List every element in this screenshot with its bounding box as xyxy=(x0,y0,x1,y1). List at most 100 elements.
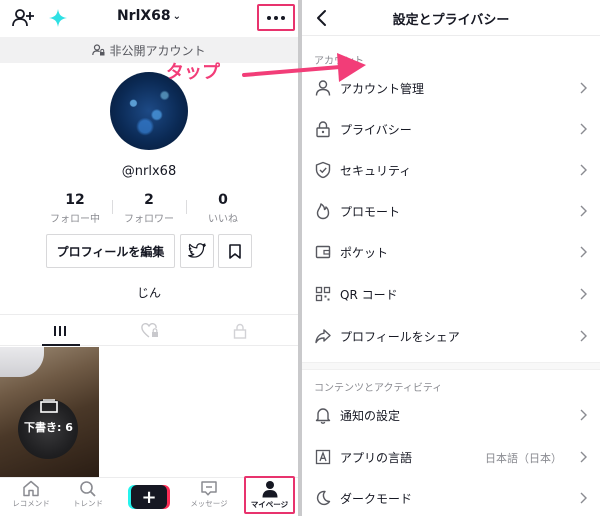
username-switcher[interactable]: NrlX68 ⌄ xyxy=(0,8,298,24)
bookmark-button[interactable] xyxy=(218,234,252,268)
settings-item-label: プライバシー xyxy=(340,123,412,137)
chevron-right-icon xyxy=(580,409,587,421)
profile-icon xyxy=(262,481,277,498)
stat-divider xyxy=(186,200,187,214)
lock-icon xyxy=(316,121,330,138)
stat-label: フォロワー xyxy=(124,214,174,225)
more-options-button[interactable] xyxy=(257,4,295,31)
settings-item-label: 通知の設定 xyxy=(340,409,401,423)
stat-value: 12 xyxy=(65,192,85,208)
active-tab-indicator xyxy=(42,344,80,346)
stat-value: 2 xyxy=(144,192,154,208)
settings-item-account[interactable]: アカウント管理 xyxy=(302,68,600,108)
shield-icon xyxy=(315,161,331,179)
section-divider xyxy=(302,362,600,370)
share-icon xyxy=(315,329,331,344)
message-icon xyxy=(201,481,217,496)
profile-tabs xyxy=(0,314,298,346)
plus-icon: + xyxy=(141,486,157,508)
chevron-right-icon xyxy=(580,205,587,217)
more-dot-icon xyxy=(267,15,271,20)
stat-following[interactable]: 12 フォロー中 xyxy=(40,192,110,225)
profile-handle: @nrlx68 xyxy=(121,164,177,179)
settings-header: 設定とプライバシー xyxy=(302,0,600,36)
create-button[interactable]: + xyxy=(131,485,167,509)
settings-screen: 設定とプライバシー アカウント アカウント管理 プライバシー セキュリティ プロ… xyxy=(302,0,600,516)
lock-icon xyxy=(233,323,246,339)
stat-value: 0 xyxy=(218,192,228,208)
person-lock-icon xyxy=(92,44,105,56)
edit-profile-button[interactable]: プロフィールを編集 xyxy=(46,234,175,268)
drafts-count: 下書き: 6 xyxy=(24,421,73,434)
stat-likes[interactable]: 0 いいね xyxy=(188,192,258,225)
chevron-right-icon xyxy=(580,246,587,258)
tab-private[interactable] xyxy=(190,315,289,346)
chevron-right-icon xyxy=(580,82,587,94)
search-icon xyxy=(80,481,96,497)
grid-icon xyxy=(53,325,66,336)
settings-item-share-profile[interactable]: プロフィールをシェア xyxy=(302,316,600,356)
settings-item-label: ポケット xyxy=(340,246,389,260)
settings-item-dark-mode[interactable]: ダークモード xyxy=(302,478,600,516)
thumbnail-background xyxy=(0,347,44,377)
drafts-icon xyxy=(40,399,58,413)
moon-icon xyxy=(316,490,331,506)
profile-stats: 12 フォロー中 2 フォロワー 0 いいね xyxy=(0,192,298,226)
chevron-down-icon: ⌄ xyxy=(172,11,182,22)
flame-icon xyxy=(316,203,330,220)
more-dot-icon xyxy=(281,15,285,20)
page-title: 設定とプライバシー xyxy=(392,13,510,28)
stat-divider xyxy=(112,200,113,214)
username: NrlX68 xyxy=(116,8,171,24)
settings-item-notifications[interactable]: 通知の設定 xyxy=(302,395,600,435)
settings-item-language[interactable]: アプリの言語 日本語（日本） xyxy=(302,437,600,477)
settings-item-promote[interactable]: プロモート xyxy=(302,191,600,231)
settings-item-qr-code[interactable]: QR コード xyxy=(302,274,600,314)
private-account-label: 非公開アカウント xyxy=(109,43,206,58)
settings-item-label: ダークモード xyxy=(340,492,413,506)
nav-home-label: レコメンド xyxy=(12,499,50,508)
bookmark-icon xyxy=(229,243,241,259)
twitter-icon xyxy=(188,243,206,258)
more-dot-icon xyxy=(274,15,278,20)
stat-label: フォロー中 xyxy=(50,214,100,225)
chevron-right-icon xyxy=(580,164,587,176)
settings-item-label: セキュリティ xyxy=(340,164,412,178)
chevron-right-icon xyxy=(580,451,587,463)
settings-item-label: プロフィールをシェア xyxy=(340,330,460,344)
profile-top-bar: NrlX68 ⌄ xyxy=(0,0,298,36)
chevron-right-icon xyxy=(580,123,587,135)
home-icon xyxy=(23,480,39,497)
nav-discover[interactable]: トレンド xyxy=(59,480,117,516)
tab-liked[interactable] xyxy=(100,315,199,346)
private-account-notice: 非公開アカウント xyxy=(0,37,298,63)
tab-videos[interactable] xyxy=(10,315,109,346)
settings-item-label: プロモート xyxy=(340,205,401,219)
nav-me-label: マイページ xyxy=(250,500,289,509)
bell-icon xyxy=(315,408,331,424)
heart-lock-icon xyxy=(140,323,158,338)
section-label-account: アカウント xyxy=(314,56,364,67)
stat-label: いいね xyxy=(208,214,238,225)
person-icon xyxy=(315,80,331,96)
qr-code-icon xyxy=(315,286,331,302)
settings-item-label: アカウント管理 xyxy=(340,82,425,96)
nav-inbox[interactable]: メッセージ xyxy=(180,480,238,516)
nav-inbox-label: メッセージ xyxy=(190,499,228,508)
settings-item-label: QR コード xyxy=(340,288,398,302)
wallet-icon xyxy=(315,245,331,259)
draft-thumbnail[interactable]: 下書き: 6 xyxy=(0,347,99,477)
nav-discover-label: トレンド xyxy=(73,499,103,508)
twitter-button[interactable] xyxy=(180,234,214,268)
settings-item-label: アプリの言語 xyxy=(340,451,413,465)
chevron-right-icon xyxy=(580,330,587,342)
nav-me[interactable]: マイページ xyxy=(244,476,295,514)
settings-item-privacy[interactable]: プライバシー xyxy=(302,109,600,149)
section-label-content: コンテンツとアクティビティ xyxy=(314,383,443,394)
stat-followers[interactable]: 2 フォロワー xyxy=(114,192,184,225)
profile-bio: じん xyxy=(136,286,161,300)
nav-home[interactable]: レコメンド xyxy=(2,480,60,516)
settings-item-wallet[interactable]: ポケット xyxy=(302,232,600,272)
settings-item-security[interactable]: セキュリティ xyxy=(302,150,600,190)
chevron-right-icon xyxy=(580,492,587,504)
